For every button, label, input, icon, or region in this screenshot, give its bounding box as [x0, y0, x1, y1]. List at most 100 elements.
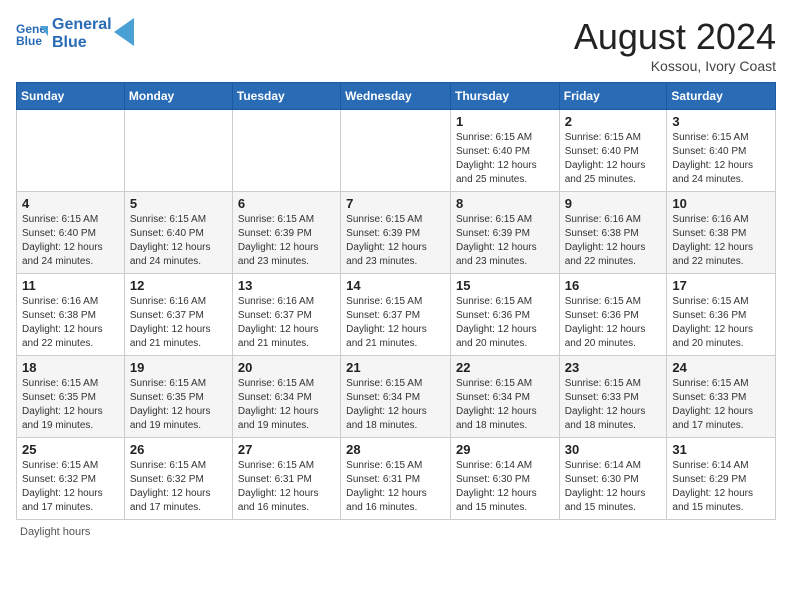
day-info: Sunrise: 6:14 AM Sunset: 6:30 PM Dayligh…: [456, 459, 554, 515]
day-info: Sunrise: 6:15 AM Sunset: 6:34 PM Dayligh…: [238, 377, 335, 433]
day-number: 26: [130, 442, 227, 457]
day-info: Sunrise: 6:15 AM Sunset: 6:34 PM Dayligh…: [346, 377, 445, 433]
day-number: 7: [346, 196, 445, 211]
day-number: 5: [130, 196, 227, 211]
calendar-cell: 10 Sunrise: 6:16 AM Sunset: 6:38 PM Dayli…: [667, 192, 776, 274]
calendar-cell: 28 Sunrise: 6:15 AM Sunset: 6:31 PM Dayli…: [341, 438, 451, 520]
month-year-title: August 2024: [574, 16, 776, 58]
svg-text:Blue: Blue: [16, 34, 42, 48]
calendar-cell: 23 Sunrise: 6:15 AM Sunset: 6:33 PM Dayli…: [559, 356, 667, 438]
location-subtitle: Kossou, Ivory Coast: [574, 58, 776, 74]
day-number: 28: [346, 442, 445, 457]
day-info: Sunrise: 6:15 AM Sunset: 6:32 PM Dayligh…: [130, 459, 227, 515]
day-info: Sunrise: 6:15 AM Sunset: 6:39 PM Dayligh…: [238, 213, 335, 269]
day-header-wednesday: Wednesday: [341, 83, 451, 110]
day-number: 29: [456, 442, 554, 457]
day-info: Sunrise: 6:15 AM Sunset: 6:36 PM Dayligh…: [672, 295, 770, 351]
page-header: General Blue General Blue August 2024 Ko…: [16, 16, 776, 74]
day-number: 4: [22, 196, 119, 211]
day-number: 19: [130, 360, 227, 375]
day-info: Sunrise: 6:15 AM Sunset: 6:39 PM Dayligh…: [346, 213, 445, 269]
day-info: Sunrise: 6:15 AM Sunset: 6:32 PM Dayligh…: [22, 459, 119, 515]
calendar-cell: 11 Sunrise: 6:16 AM Sunset: 6:38 PM Dayli…: [17, 274, 125, 356]
day-number: 14: [346, 278, 445, 293]
day-info: Sunrise: 6:15 AM Sunset: 6:31 PM Dayligh…: [238, 459, 335, 515]
calendar-cell: [17, 110, 125, 192]
day-header-sunday: Sunday: [17, 83, 125, 110]
logo-text-line2: Blue: [52, 34, 112, 52]
calendar-cell: 1Sunrise: 6:15 AM Sunset: 6:40 PM Daylig…: [450, 110, 559, 192]
day-number: 8: [456, 196, 554, 211]
calendar-cell: 27 Sunrise: 6:15 AM Sunset: 6:31 PM Dayli…: [232, 438, 340, 520]
logo: General Blue General Blue: [16, 16, 134, 51]
calendar-cell: 26 Sunrise: 6:15 AM Sunset: 6:32 PM Dayli…: [124, 438, 232, 520]
calendar-cell: 7 Sunrise: 6:15 AM Sunset: 6:39 PM Daylig…: [341, 192, 451, 274]
day-number: 21: [346, 360, 445, 375]
calendar-cell: 9 Sunrise: 6:16 AM Sunset: 6:38 PM Daylig…: [559, 192, 667, 274]
day-info: Sunrise: 6:15 AM Sunset: 6:40 PM Dayligh…: [672, 131, 770, 187]
day-number: 23: [565, 360, 662, 375]
day-number: 17: [672, 278, 770, 293]
logo-arrow-icon: [114, 18, 134, 46]
calendar-week-1: 1 Sunrise: 6:15 AM Sunset: 6:40 PM Daylig…: [17, 110, 776, 192]
calendar-cell: [341, 110, 451, 192]
logo-text-line1: General: [52, 16, 112, 34]
day-number: 30: [565, 442, 662, 457]
day-info: Sunrise: 6:15 AM Sunset: 6:35 PM Dayligh…: [22, 377, 119, 433]
day-number: 31: [672, 442, 770, 457]
title-area: August 2024 Kossou, Ivory Coast: [574, 16, 776, 74]
calendar-cell: 16 Sunrise: 6:15 AM Sunset: 6:36 PM Dayli…: [559, 274, 667, 356]
day-info: Sunrise: 6:15 AM Sunset: 6:34 PM Dayligh…: [456, 377, 554, 433]
day-info: Sunrise: 6:16 AM Sunset: 6:38 PM Dayligh…: [672, 213, 770, 269]
calendar-cell: 30 Sunrise: 6:14 AM Sunset: 6:30 PM Dayli…: [559, 438, 667, 520]
calendar-cell: 19 Sunrise: 6:15 AM Sunset: 6:35 PM Dayli…: [124, 356, 232, 438]
day-info: Sunrise: 6:15 AM Sunset: 6:31 PM Dayligh…: [346, 459, 445, 515]
calendar-cell: 21 Sunrise: 6:15 AM Sunset: 6:34 PM Dayli…: [341, 356, 451, 438]
calendar-week-2: 4 Sunrise: 6:15 AM Sunset: 6:40 PM Daylig…: [17, 192, 776, 274]
day-info: Sunrise: 6:15 AM Sunset: 6:33 PM Dayligh…: [672, 377, 770, 433]
day-number: 24: [672, 360, 770, 375]
day-info: Sunrise: 6:15 AM Sunset: 6:37 PM Dayligh…: [346, 295, 445, 351]
day-number: 15: [456, 278, 554, 293]
calendar-cell: 31Sunrise: 6:14 AM Sunset: 6:29 PM Dayli…: [667, 438, 776, 520]
day-header-thursday: Thursday: [450, 83, 559, 110]
day-header-friday: Friday: [559, 83, 667, 110]
calendar-table: SundayMondayTuesdayWednesdayThursdayFrid…: [16, 82, 776, 520]
calendar-cell: 2Sunrise: 6:15 AM Sunset: 6:40 PM Daylig…: [559, 110, 667, 192]
day-number: 10: [672, 196, 770, 211]
calendar-cell: 24 Sunrise: 6:15 AM Sunset: 6:33 PM Dayli…: [667, 356, 776, 438]
day-number: 27: [238, 442, 335, 457]
day-info: Sunrise: 6:16 AM Sunset: 6:38 PM Dayligh…: [565, 213, 662, 269]
day-number: 11: [22, 278, 119, 293]
calendar-cell: 3 Sunrise: 6:15 AM Sunset: 6:40 PM Daylig…: [667, 110, 776, 192]
day-info: Sunrise: 6:15 AM Sunset: 6:40 PM Dayligh…: [130, 213, 227, 269]
day-info: Sunrise: 6:15 AM Sunset: 6:36 PM Dayligh…: [565, 295, 662, 351]
day-info: Sunrise: 6:15 AM Sunset: 6:35 PM Dayligh…: [130, 377, 227, 433]
day-number: 12: [130, 278, 227, 293]
day-number: 20: [238, 360, 335, 375]
day-number: 3: [672, 114, 770, 129]
day-info: Sunrise: 6:15 AM Sunset: 6:40 PM Dayligh…: [565, 131, 662, 187]
calendar-cell: [124, 110, 232, 192]
calendar-cell: 12 Sunrise: 6:16 AM Sunset: 6:37 PM Dayli…: [124, 274, 232, 356]
calendar-cell: 18 Sunrise: 6:15 AM Sunset: 6:35 PM Dayli…: [17, 356, 125, 438]
calendar-cell: 25Sunrise: 6:15 AM Sunset: 6:32 PM Dayli…: [17, 438, 125, 520]
day-number: 22: [456, 360, 554, 375]
day-number: 9: [565, 196, 662, 211]
day-number: 18: [22, 360, 119, 375]
day-number: 16: [565, 278, 662, 293]
day-header-tuesday: Tuesday: [232, 83, 340, 110]
calendar-cell: 14 Sunrise: 6:15 AM Sunset: 6:37 PM Dayli…: [341, 274, 451, 356]
day-number: 1: [456, 114, 554, 129]
logo-icon: General Blue: [16, 18, 48, 50]
day-info: Sunrise: 6:16 AM Sunset: 6:38 PM Dayligh…: [22, 295, 119, 351]
calendar-cell: 15Sunrise: 6:15 AM Sunset: 6:36 PM Dayli…: [450, 274, 559, 356]
calendar-cell: 6Sunrise: 6:15 AM Sunset: 6:39 PM Daylig…: [232, 192, 340, 274]
day-info: Sunrise: 6:15 AM Sunset: 6:33 PM Dayligh…: [565, 377, 662, 433]
calendar-week-5: 25Sunrise: 6:15 AM Sunset: 6:32 PM Dayli…: [17, 438, 776, 520]
day-header-saturday: Saturday: [667, 83, 776, 110]
calendar-week-4: 18 Sunrise: 6:15 AM Sunset: 6:35 PM Dayli…: [17, 356, 776, 438]
day-info: Sunrise: 6:16 AM Sunset: 6:37 PM Dayligh…: [130, 295, 227, 351]
day-info: Sunrise: 6:14 AM Sunset: 6:30 PM Dayligh…: [565, 459, 662, 515]
day-header-monday: Monday: [124, 83, 232, 110]
